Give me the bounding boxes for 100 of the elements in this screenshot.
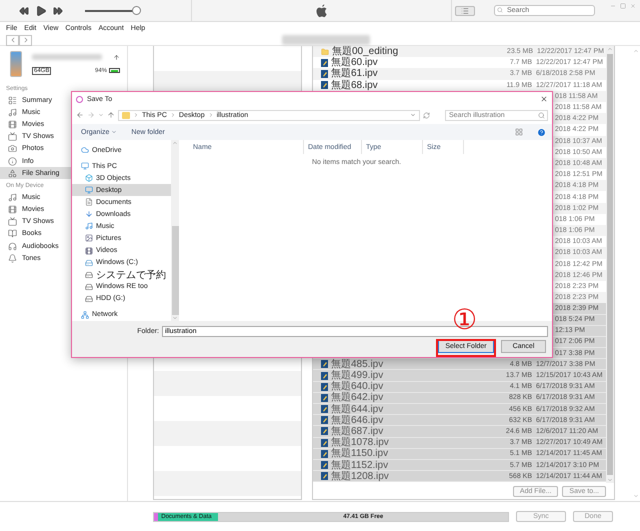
volume-thumb[interactable]	[132, 6, 141, 15]
file-name: 無題60.ipv	[331, 57, 379, 68]
chevron-down-icon	[98, 112, 104, 118]
file-icon	[321, 405, 328, 414]
drive-icon	[85, 258, 93, 267]
fast-forward-button[interactable]	[53, 6, 63, 16]
caret-icon	[111, 129, 118, 135]
phone-image	[10, 51, 22, 77]
close-icon	[540, 95, 548, 103]
drive-icon	[85, 294, 93, 303]
camera-icon	[8, 144, 17, 154]
folder-icon	[321, 48, 329, 56]
chevron-right-icon	[133, 112, 139, 118]
file-name: 無題485.ipv	[331, 358, 384, 370]
tv-icon	[8, 217, 17, 226]
arrow-right-icon	[87, 111, 95, 119]
scrollbar[interactable]	[171, 140, 179, 321]
file-icon	[321, 438, 328, 447]
scrollbar[interactable]	[606, 46, 614, 483]
file-icon	[321, 360, 328, 368]
film-icon	[85, 246, 93, 255]
file-icon	[321, 450, 328, 458]
play-icon	[35, 4, 47, 16]
file-icon	[321, 394, 328, 402]
play-button[interactable]	[35, 4, 47, 16]
chevron-down-icon	[633, 493, 639, 499]
file-name: 無題640.ipv	[331, 381, 384, 392]
highlight-frame	[436, 339, 496, 357]
file-icon	[321, 416, 328, 424]
music-note-icon	[8, 192, 17, 202]
music-note-icon	[85, 222, 93, 230]
view-icon	[515, 128, 523, 136]
file-name: 無題687.ipv	[331, 426, 384, 437]
chevron-down-icon	[607, 477, 613, 483]
headphones-icon	[8, 242, 17, 251]
apple-logo	[316, 4, 328, 18]
tv-icon	[8, 132, 17, 142]
file-name: 無題1152.ipv	[331, 460, 390, 471]
refresh-icon	[423, 112, 430, 118]
network-icon	[81, 310, 89, 319]
chevron-up-icon	[633, 48, 639, 54]
chevron-right-icon	[170, 112, 176, 118]
close-button[interactable]	[540, 95, 548, 103]
file-name: 無題1078.ipv	[331, 437, 390, 448]
rewind-button[interactable]	[19, 6, 29, 16]
file-icon	[321, 372, 328, 380]
close-icon	[630, 2, 636, 8]
battery-icon	[109, 68, 120, 73]
file-icon	[321, 472, 328, 480]
chevron-down-icon	[410, 112, 416, 118]
info-icon	[8, 156, 17, 166]
list-icon	[8, 96, 17, 105]
file-icon	[321, 382, 328, 391]
file-name: 無題646.ipv	[331, 414, 384, 426]
list-view-button[interactable]	[455, 6, 475, 16]
chevron-up-icon	[607, 46, 613, 52]
document-icon	[85, 198, 93, 206]
blurred-device-name	[32, 54, 102, 60]
file-icon	[321, 81, 328, 90]
rewind-icon	[19, 6, 29, 16]
file-icon	[321, 58, 328, 67]
file-name: 無題642.ipv	[331, 392, 384, 404]
chevron-right-icon	[208, 112, 214, 118]
image-icon	[85, 234, 93, 242]
file-icon	[321, 461, 328, 470]
chevron-down-icon	[172, 315, 178, 321]
drive-icon	[85, 270, 93, 279]
file-name: 無題644.ipv	[331, 404, 384, 415]
file-name: 無題61.ipv	[331, 68, 379, 80]
monitor-icon	[85, 186, 93, 194]
file-name: 無題68.ipv	[331, 80, 379, 91]
help-icon	[537, 128, 546, 136]
monitor-icon	[81, 162, 89, 170]
arrow-left-icon	[76, 111, 84, 119]
drive-icon	[85, 282, 93, 291]
chevron-up-icon	[172, 140, 178, 146]
bell-icon	[8, 254, 17, 263]
file-icon	[321, 427, 328, 436]
app-icon	[76, 96, 83, 102]
list-icon	[461, 6, 469, 14]
file-name: 無題00_editing	[332, 46, 400, 58]
nav-item[interactable]: システムで予約	[72, 268, 171, 281]
cloud-icon	[81, 146, 89, 154]
file-name: 無題499.ipv	[331, 370, 384, 382]
arrow-up-icon	[107, 111, 115, 119]
fast-forward-icon	[53, 6, 63, 16]
search-icon	[538, 112, 545, 118]
minimize-icon	[610, 2, 616, 8]
cube-icon	[85, 174, 93, 182]
film-icon	[8, 120, 17, 129]
file-name: 無題1208.ipv	[331, 470, 390, 482]
folder-icon	[122, 112, 130, 118]
search-icon	[497, 7, 503, 13]
film-icon	[8, 205, 17, 214]
book-icon	[8, 229, 17, 238]
maximize-icon	[620, 2, 626, 8]
file-name: 無題1150.ipv	[331, 448, 390, 460]
download-arrow-icon	[85, 210, 93, 218]
file-icon	[321, 70, 328, 78]
music-note-icon	[8, 108, 17, 117]
